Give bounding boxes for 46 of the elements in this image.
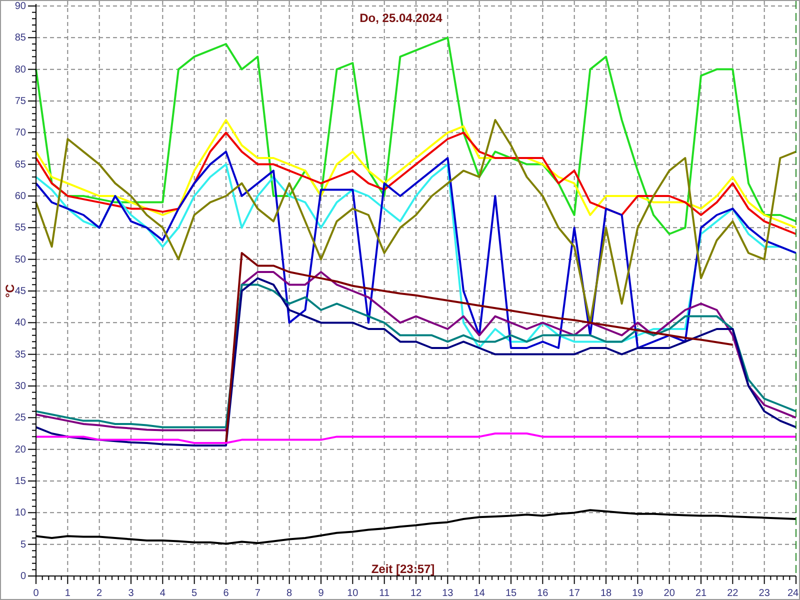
tick-label: 8 bbox=[286, 588, 292, 599]
tick-label: 15 bbox=[14, 476, 26, 487]
tick-label: 45 bbox=[14, 286, 26, 297]
tick-label: 24 bbox=[787, 588, 799, 599]
tick-label: 55 bbox=[14, 222, 26, 234]
tick-label: 1 bbox=[64, 588, 70, 599]
tick-label: 70 bbox=[14, 128, 26, 139]
tick-label: 40 bbox=[14, 318, 26, 329]
tick-label: 21 bbox=[695, 588, 707, 599]
tick-label: 20 bbox=[664, 588, 675, 599]
tick-label: 14 bbox=[474, 588, 485, 599]
tick-label: 60 bbox=[14, 191, 26, 202]
tick-label: 4 bbox=[160, 588, 166, 599]
chart-title: Do, 25.04.2024 bbox=[360, 11, 442, 25]
tick-label: 10 bbox=[14, 508, 26, 519]
tick-label: 2 bbox=[96, 588, 102, 599]
tick-label: 85 bbox=[14, 32, 26, 44]
tick-label: 80 bbox=[14, 64, 26, 76]
tick-label: 19 bbox=[632, 588, 644, 599]
tick-label: 12 bbox=[410, 588, 422, 599]
tick-label: 50 bbox=[14, 254, 26, 266]
tick-label: 25 bbox=[14, 412, 26, 424]
tick-label: 65 bbox=[14, 159, 26, 170]
tick-label: 20 bbox=[14, 444, 26, 456]
tick-label: 11 bbox=[379, 588, 390, 599]
tick-label: 0 bbox=[33, 588, 39, 599]
tick-label: 15 bbox=[505, 588, 517, 599]
tick-label: 90 bbox=[14, 1, 26, 12]
tick-label: 0 bbox=[20, 571, 26, 582]
tick-label: 7 bbox=[254, 588, 260, 599]
tick-label: 16 bbox=[537, 588, 548, 599]
tick-label: 17 bbox=[568, 588, 580, 599]
tick-label: 5 bbox=[192, 588, 198, 599]
x-axis-label: Zeit [23:57] bbox=[371, 562, 435, 576]
tick-label: 3 bbox=[128, 588, 134, 599]
tick-label: 23 bbox=[758, 588, 770, 599]
tick-label: 10 bbox=[347, 588, 358, 599]
tick-label: 13 bbox=[442, 588, 454, 599]
tick-label: 9 bbox=[318, 588, 324, 599]
tick-label: 75 bbox=[14, 96, 26, 107]
tick-label: 35 bbox=[14, 349, 26, 360]
tick-label: 30 bbox=[14, 381, 26, 392]
tick-label: 18 bbox=[600, 588, 612, 599]
tick-label: 6 bbox=[223, 588, 229, 599]
tick-label: 5 bbox=[20, 539, 26, 550]
tick-label: 22 bbox=[727, 588, 738, 599]
